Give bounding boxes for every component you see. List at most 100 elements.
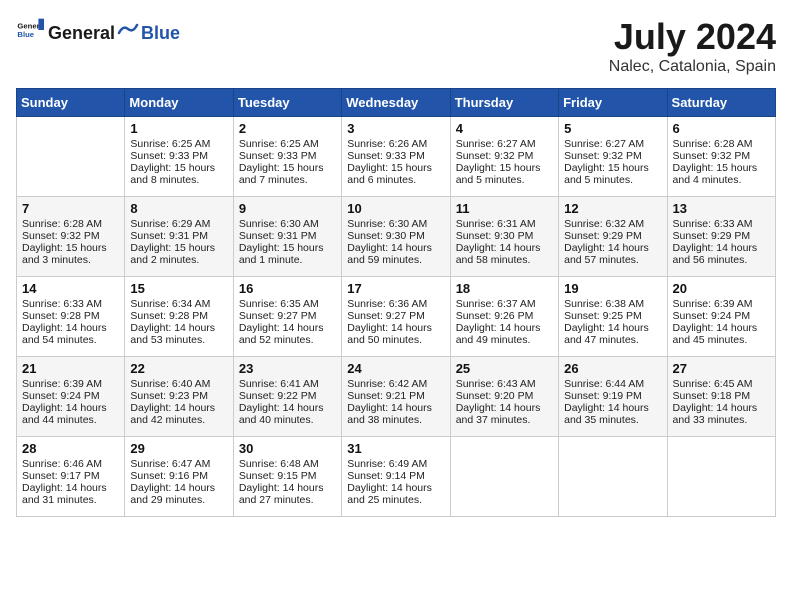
day-number: 21 [22,361,119,376]
daylight-text: Daylight: 14 hours and 53 minutes. [130,322,227,346]
weekday-header-row: SundayMondayTuesdayWednesdayThursdayFrid… [17,89,776,117]
location: Nalec, Catalonia, Spain [609,58,776,76]
calendar-week-2: 7Sunrise: 6:28 AMSunset: 9:32 PMDaylight… [17,197,776,277]
sunrise-text: Sunrise: 6:48 AM [239,458,336,470]
sunset-text: Sunset: 9:29 PM [564,230,661,242]
calendar-cell: 4 Sunrise: 6:27 AMSunset: 9:32 PMDaylight… [450,117,558,197]
sunset-text: Sunset: 9:32 PM [456,150,553,162]
sunrise-text: Sunrise: 6:26 AM [347,138,444,150]
sunrise-text: Sunrise: 6:31 AM [456,218,553,230]
sunrise-text: Sunrise: 6:33 AM [673,218,770,230]
sunset-text: Sunset: 9:15 PM [239,470,336,482]
sunset-text: Sunset: 9:25 PM [564,310,661,322]
calendar-cell: 13Sunrise: 6:33 AMSunset: 9:29 PMDayligh… [667,197,775,277]
day-number: 26 [564,361,661,376]
sunset-text: Sunset: 9:23 PM [130,390,227,402]
daylight-text: Daylight: 14 hours and 27 minutes. [239,482,336,506]
logo-wave-icon [117,17,139,39]
sunrise-text: Sunrise: 6:39 AM [22,378,119,390]
logo-text: General Blue [48,17,180,44]
day-number: 1 [130,121,227,136]
sunset-text: Sunset: 9:33 PM [239,150,336,162]
sunrise-text: Sunrise: 6:45 AM [673,378,770,390]
sunset-text: Sunset: 9:17 PM [22,470,119,482]
logo-blue: Blue [141,23,180,44]
day-number: 4 [456,121,553,136]
calendar-cell: 26Sunrise: 6:44 AMSunset: 9:19 PMDayligh… [559,357,667,437]
daylight-text: Daylight: 15 hours and 5 minutes. [564,162,661,186]
calendar-cell: 14Sunrise: 6:33 AMSunset: 9:28 PMDayligh… [17,277,125,357]
daylight-text: Daylight: 14 hours and 47 minutes. [564,322,661,346]
calendar-cell [450,437,558,517]
day-number: 7 [22,201,119,216]
calendar-cell: 19Sunrise: 6:38 AMSunset: 9:25 PMDayligh… [559,277,667,357]
day-number: 5 [564,121,661,136]
daylight-text: Daylight: 14 hours and 49 minutes. [456,322,553,346]
sunrise-text: Sunrise: 6:43 AM [456,378,553,390]
day-number: 13 [673,201,770,216]
calendar-cell: 20Sunrise: 6:39 AMSunset: 9:24 PMDayligh… [667,277,775,357]
calendar-cell: 27Sunrise: 6:45 AMSunset: 9:18 PMDayligh… [667,357,775,437]
calendar-cell: 7Sunrise: 6:28 AMSunset: 9:32 PMDaylight… [17,197,125,277]
day-number: 10 [347,201,444,216]
daylight-text: Daylight: 14 hours and 52 minutes. [239,322,336,346]
sunset-text: Sunset: 9:24 PM [673,310,770,322]
daylight-text: Daylight: 15 hours and 5 minutes. [456,162,553,186]
daylight-text: Daylight: 14 hours and 31 minutes. [22,482,119,506]
daylight-text: Daylight: 14 hours and 33 minutes. [673,402,770,426]
calendar-cell: 17Sunrise: 6:36 AMSunset: 9:27 PMDayligh… [342,277,450,357]
sunrise-text: Sunrise: 6:34 AM [130,298,227,310]
sunset-text: Sunset: 9:21 PM [347,390,444,402]
daylight-text: Daylight: 15 hours and 4 minutes. [673,162,770,186]
sunset-text: Sunset: 9:32 PM [564,150,661,162]
weekday-header-wednesday: Wednesday [342,89,450,117]
calendar-cell: 11Sunrise: 6:31 AMSunset: 9:30 PMDayligh… [450,197,558,277]
weekday-header-thursday: Thursday [450,89,558,117]
sunset-text: Sunset: 9:19 PM [564,390,661,402]
daylight-text: Daylight: 14 hours and 37 minutes. [456,402,553,426]
daylight-text: Daylight: 15 hours and 2 minutes. [130,242,227,266]
day-number: 2 [239,121,336,136]
sunset-text: Sunset: 9:28 PM [22,310,119,322]
calendar-cell: 16Sunrise: 6:35 AMSunset: 9:27 PMDayligh… [233,277,341,357]
sunrise-text: Sunrise: 6:27 AM [456,138,553,150]
weekday-header-friday: Friday [559,89,667,117]
calendar-cell: 15Sunrise: 6:34 AMSunset: 9:28 PMDayligh… [125,277,233,357]
sunrise-text: Sunrise: 6:27 AM [564,138,661,150]
sunrise-text: Sunrise: 6:38 AM [564,298,661,310]
weekday-header-monday: Monday [125,89,233,117]
sunrise-text: Sunrise: 6:42 AM [347,378,444,390]
daylight-text: Daylight: 15 hours and 7 minutes. [239,162,336,186]
daylight-text: Daylight: 14 hours and 54 minutes. [22,322,119,346]
logo: General Blue General Blue [16,16,180,44]
daylight-text: Daylight: 14 hours and 56 minutes. [673,242,770,266]
sunrise-text: Sunrise: 6:25 AM [239,138,336,150]
daylight-text: Daylight: 14 hours and 57 minutes. [564,242,661,266]
daylight-text: Daylight: 15 hours and 1 minute. [239,242,336,266]
sunset-text: Sunset: 9:28 PM [130,310,227,322]
sunrise-text: Sunrise: 6:28 AM [22,218,119,230]
daylight-text: Daylight: 14 hours and 45 minutes. [673,322,770,346]
sunrise-text: Sunrise: 6:40 AM [130,378,227,390]
sunset-text: Sunset: 9:27 PM [239,310,336,322]
daylight-text: Daylight: 14 hours and 29 minutes. [130,482,227,506]
day-number: 24 [347,361,444,376]
daylight-text: Daylight: 14 hours and 42 minutes. [130,402,227,426]
calendar-cell: 9Sunrise: 6:30 AMSunset: 9:31 PMDaylight… [233,197,341,277]
sunrise-text: Sunrise: 6:41 AM [239,378,336,390]
calendar-cell: 18Sunrise: 6:37 AMSunset: 9:26 PMDayligh… [450,277,558,357]
day-number: 18 [456,281,553,296]
calendar-cell: 29Sunrise: 6:47 AMSunset: 9:16 PMDayligh… [125,437,233,517]
calendar-cell: 28Sunrise: 6:46 AMSunset: 9:17 PMDayligh… [17,437,125,517]
sunrise-text: Sunrise: 6:36 AM [347,298,444,310]
day-number: 11 [456,201,553,216]
daylight-text: Daylight: 14 hours and 58 minutes. [456,242,553,266]
daylight-text: Daylight: 14 hours and 59 minutes. [347,242,444,266]
sunset-text: Sunset: 9:27 PM [347,310,444,322]
svg-text:Blue: Blue [17,30,34,39]
sunrise-text: Sunrise: 6:29 AM [130,218,227,230]
day-number: 6 [673,121,770,136]
daylight-text: Daylight: 14 hours and 38 minutes. [347,402,444,426]
calendar-cell: 6Sunrise: 6:28 AMSunset: 9:32 PMDaylight… [667,117,775,197]
sunrise-text: Sunrise: 6:30 AM [239,218,336,230]
